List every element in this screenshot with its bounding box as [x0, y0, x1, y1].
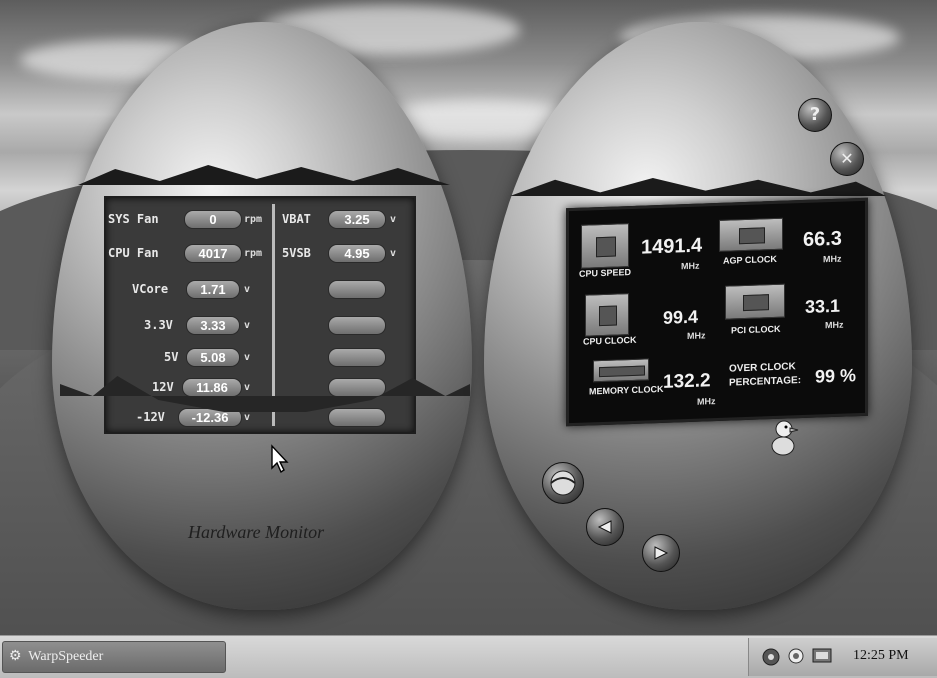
- ball-icon: [550, 470, 576, 496]
- vcore-unit: v: [244, 284, 251, 295]
- v12-label: 12V: [152, 380, 174, 394]
- network-icon[interactable]: [761, 647, 781, 667]
- cpu-fan-label: CPU Fan: [108, 246, 159, 260]
- cpu-clock-chip-icon: [585, 293, 629, 337]
- v33-label: 3.3V: [144, 318, 173, 332]
- empty-slot-1: [328, 280, 386, 299]
- monitor-tray-icon[interactable]: [787, 647, 805, 665]
- 5vsb-label: 5VSB: [282, 246, 311, 260]
- close-button[interactable]: ✕: [830, 142, 864, 176]
- close-icon: ✕: [840, 149, 854, 168]
- overclock-caption-line1: OVER CLOCK: [729, 361, 796, 375]
- help-button[interactable]: ?: [798, 98, 832, 132]
- vbat-unit: v: [390, 214, 397, 225]
- empty-slot-2: [328, 316, 386, 335]
- vneg12-unit: v: [244, 412, 251, 423]
- next-button[interactable]: [642, 534, 680, 572]
- overclock-caption-line2: PERCENTAGE:: [729, 375, 802, 389]
- v5-label: 5V: [164, 350, 179, 364]
- cpu-clock-unit: MHz: [687, 330, 706, 342]
- agp-clock-card-icon: [719, 217, 783, 252]
- prev-button[interactable]: [586, 508, 624, 546]
- empty-slot-3: [328, 348, 386, 367]
- cpu-fan-value: 4017: [184, 244, 242, 263]
- v5-unit: v: [244, 352, 251, 363]
- 5vsb-unit: v: [390, 248, 397, 259]
- memory-clock-value: 132.2: [663, 370, 711, 393]
- cpu-speed-caption: CPU SPEED: [579, 267, 632, 279]
- cpu-clock-caption: CPU CLOCK: [583, 334, 637, 347]
- v5-value: 5.08: [186, 348, 240, 367]
- clock-info-screen: CPU SPEED 1491.4 MHz AGP CLOCK 66.3 MHz …: [566, 197, 868, 427]
- cpu-clock-value: 99.4: [663, 306, 699, 328]
- arrow-left-icon: [597, 520, 612, 534]
- agp-clock-value: 66.3: [803, 227, 842, 251]
- cpu-speed-chip-icon: [581, 223, 629, 269]
- tray-clock[interactable]: 12:25 PM: [853, 648, 909, 664]
- v33-unit: v: [244, 320, 251, 331]
- empty-slot-5: [328, 408, 386, 427]
- cpu-speed-value: 1491.4: [641, 234, 703, 259]
- pci-clock-value: 33.1: [805, 295, 841, 317]
- cpu-fan-unit: rpm: [244, 248, 263, 259]
- vbat-label: VBAT: [282, 212, 311, 226]
- duck-icon[interactable]: [768, 418, 800, 458]
- memory-clock-unit: MHz: [697, 396, 716, 407]
- v12-value: 11.86: [182, 378, 242, 397]
- vneg12-label: -12V: [136, 410, 165, 424]
- hardware-monitor-title: Hardware Monitor: [188, 522, 325, 542]
- vcore-label: VCore: [132, 282, 169, 296]
- vcore-value: 1.71: [186, 280, 240, 299]
- memory-clock-caption: MEMORY CLOCK: [589, 383, 664, 397]
- cursor-icon: [271, 444, 289, 474]
- vbat-value: 3.25: [328, 210, 386, 229]
- desktop-wallpaper: SYS Fan 0 rpm CPU Fan 4017 rpm VCore 1.7…: [0, 0, 937, 635]
- help-icon: ?: [809, 104, 821, 125]
- task-button-label: WarpSpeeder: [28, 649, 104, 664]
- v33-value: 3.33: [186, 316, 240, 335]
- system-tray: 12:25 PM: [748, 638, 937, 676]
- empty-slot-4: [328, 378, 386, 397]
- warpspeeder-tray-icon[interactable]: [811, 646, 833, 666]
- agp-clock-unit: MHz: [823, 253, 842, 265]
- sys-fan-label: SYS Fan: [108, 212, 159, 226]
- pci-clock-caption: PCI CLOCK: [731, 323, 781, 336]
- memory-clock-icon: [593, 358, 649, 383]
- task-button-icon: ⚙: [9, 649, 22, 664]
- ball-button[interactable]: [542, 462, 584, 504]
- 5vsb-value: 4.95: [328, 244, 386, 263]
- v12-unit: v: [244, 382, 251, 393]
- sys-fan-value: 0: [184, 210, 242, 229]
- pci-clock-unit: MHz: [825, 319, 844, 331]
- cpu-speed-unit: MHz: [681, 260, 700, 272]
- warpspeeder-task-button[interactable]: ⚙ WarpSpeeder: [2, 641, 226, 673]
- agp-clock-caption: AGP CLOCK: [723, 253, 777, 266]
- taskbar: ⚙ WarpSpeeder 12:25 PM: [0, 635, 937, 678]
- sys-fan-unit: rpm: [244, 214, 263, 225]
- overclock-value: 99 %: [815, 365, 857, 387]
- pci-clock-card-icon: [725, 283, 785, 320]
- arrow-right-icon: [654, 546, 669, 560]
